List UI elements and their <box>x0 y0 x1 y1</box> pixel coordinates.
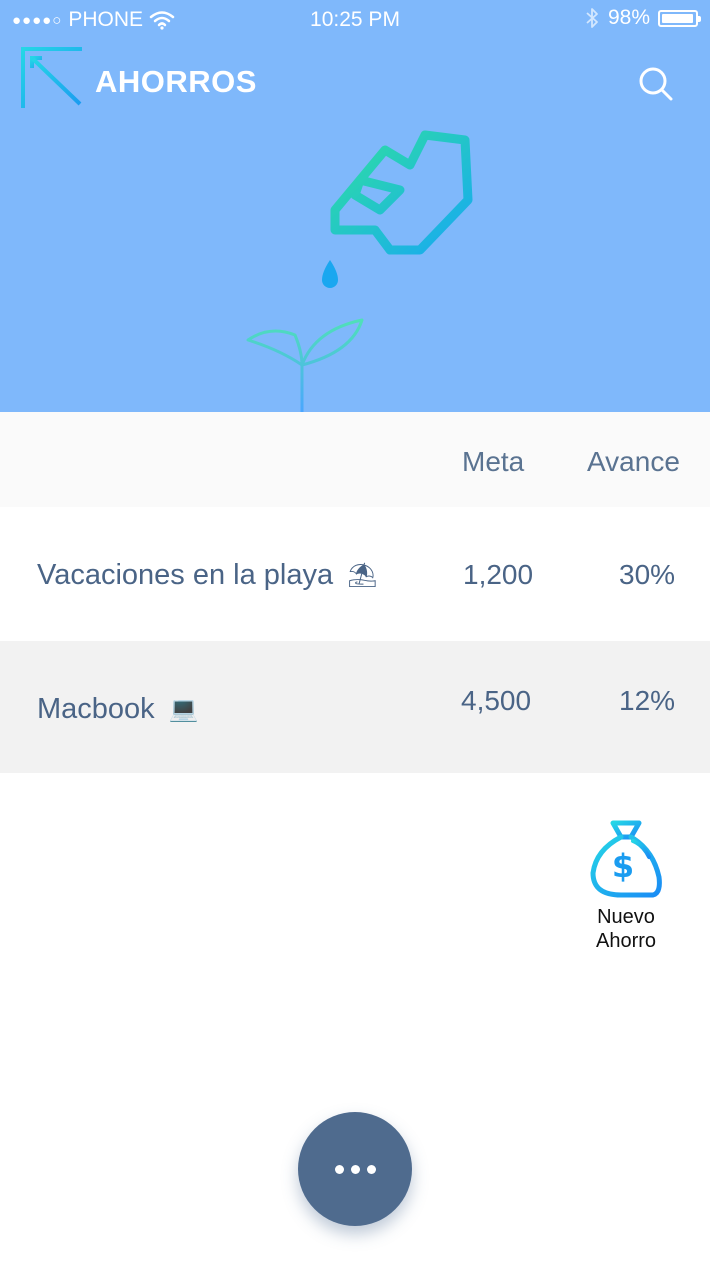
column-header-meta: Meta <box>462 446 525 477</box>
row-meta: 1,200 <box>463 559 534 590</box>
row-title: Vacaciones en la playa <box>37 559 334 591</box>
svg-text:$: $ <box>612 847 634 885</box>
hero-banner: ●●●●○ PHONE 10:25 PM 98% AHORROS <box>0 0 710 412</box>
row-name: Macbook 💻 <box>37 693 199 726</box>
search-icon[interactable] <box>636 64 676 104</box>
column-header-avance: Avance <box>587 446 680 477</box>
new-saving-label-line1: Nuevo <box>597 906 655 928</box>
arrow-up-left-icon[interactable] <box>20 46 84 110</box>
money-bag-icon: $ <box>590 820 662 898</box>
more-dots-icon <box>350 1164 360 1174</box>
beach-umbrella-icon: ⛱ <box>347 562 378 589</box>
status-right: 98% <box>584 6 701 30</box>
more-options-fab[interactable] <box>298 1112 412 1226</box>
table-header: Meta Avance <box>0 412 710 507</box>
table-row[interactable]: Macbook 💻 4,500 12% <box>0 641 710 773</box>
row-avance: 12% <box>619 685 676 716</box>
table-row[interactable]: Vacaciones en la playa ⛱ 1,200 30% <box>0 507 710 639</box>
row-title: Macbook <box>37 693 155 725</box>
new-saving-label-line2: Ahorro <box>595 930 657 952</box>
row-meta: 4,500 <box>461 685 532 716</box>
watering-can-plant-illustration <box>246 130 473 412</box>
more-dots-icon <box>366 1164 376 1174</box>
status-bar: ●●●●○ PHONE 10:25 PM 98% <box>0 0 710 40</box>
more-dots-icon <box>334 1164 344 1174</box>
battery-icon <box>658 9 701 27</box>
new-saving-button[interactable]: $ Nuevo Ahorro <box>570 815 682 955</box>
battery-percent: 98% <box>607 6 650 29</box>
row-name: Vacaciones en la playa ⛱ <box>37 559 378 592</box>
laptop-icon: 💻 <box>168 696 199 723</box>
page-title: AHORROS <box>95 64 257 99</box>
row-avance: 30% <box>619 559 676 590</box>
bluetooth-icon <box>586 8 598 28</box>
